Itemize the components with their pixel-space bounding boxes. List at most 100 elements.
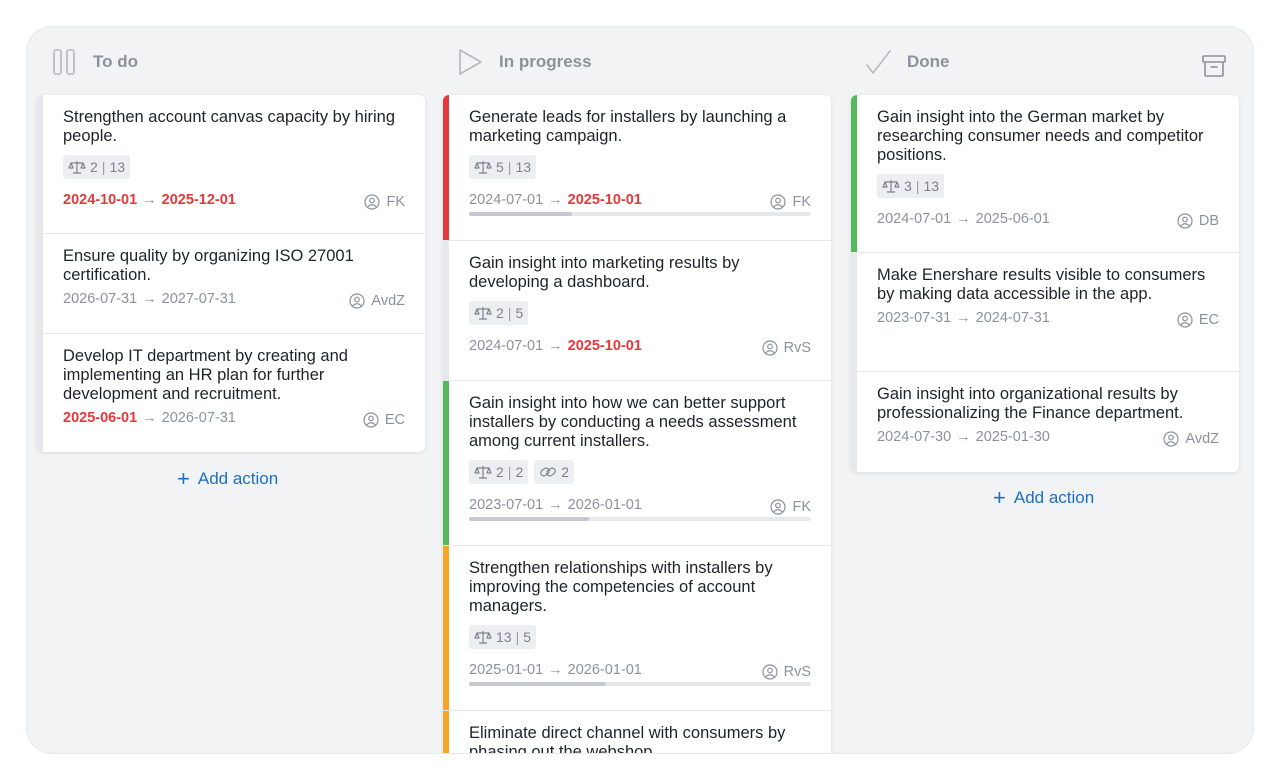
scale-icon	[474, 466, 492, 479]
arrow-right-icon: →	[956, 310, 971, 326]
date-range: 2023-07-01 → 2026-01-01	[469, 497, 642, 513]
card-title: Make Enershare results visible to consum…	[877, 266, 1206, 303]
card-title: Gain insight into how we can better supp…	[469, 394, 797, 450]
action-card[interactable]: Gain insight into organizational results…	[851, 372, 1239, 472]
owner: EC	[363, 412, 405, 428]
plus-icon: +	[177, 466, 190, 491]
scale-icon	[68, 161, 86, 174]
effort-chip: 3 | 13	[877, 174, 945, 198]
arrow-right-icon: →	[956, 211, 971, 227]
play-icon	[457, 48, 483, 76]
action-card[interactable]: Ensure quality by organizing ISO 27001 c…	[37, 234, 425, 334]
card-title: Gain insight into organizational results…	[877, 385, 1184, 422]
date-range: 2024-07-01 → 2025-06-01	[877, 211, 1050, 227]
owner: FK	[770, 499, 811, 515]
progress-bar	[469, 682, 811, 686]
arrow-right-icon: →	[548, 192, 563, 208]
status-bar	[443, 95, 449, 240]
user-icon	[761, 340, 778, 356]
user-icon	[364, 194, 381, 210]
action-card[interactable]: Make Enershare results visible to consum…	[851, 253, 1239, 372]
card-title: Eliminate direct channel with consumers …	[469, 724, 786, 754]
link-chip: 2	[534, 460, 575, 484]
status-bar	[443, 711, 449, 753]
scale-icon	[474, 161, 492, 174]
progress-bar	[469, 517, 811, 521]
card-title: Strengthen relationships with installers…	[469, 559, 773, 615]
owner: RvS	[761, 664, 811, 680]
effort-chip: 2 | 5	[469, 301, 529, 325]
user-icon	[1163, 431, 1180, 447]
status-bar	[851, 95, 857, 252]
owner: EC	[1177, 312, 1219, 328]
date-range: 2025-01-01 → 2026-01-01	[469, 662, 642, 678]
user-icon	[349, 293, 366, 309]
action-card[interactable]: Develop IT department by creating and im…	[37, 334, 425, 452]
link-icon	[540, 467, 557, 477]
date-range: 2024-07-01 → 2025-10-01	[469, 192, 642, 208]
arrow-right-icon: →	[548, 662, 563, 678]
card-title: Gain insight into marketing results by d…	[469, 254, 740, 291]
column-title: To do	[93, 52, 138, 71]
arrow-right-icon: →	[142, 192, 157, 208]
effort-chip: 13 | 5	[469, 625, 537, 649]
scale-icon	[474, 307, 492, 320]
arrow-right-icon: →	[548, 497, 563, 513]
date-range: 2024-10-01 → 2025-12-01	[63, 192, 236, 208]
column-title: Done	[907, 52, 950, 71]
status-bar	[443, 546, 449, 710]
column-header-todo: To do	[51, 47, 138, 77]
archive-icon[interactable]	[1201, 53, 1227, 79]
owner: AvdZ	[1163, 431, 1219, 447]
progress-bar	[469, 212, 811, 216]
column-header-done: Done	[865, 47, 950, 77]
column-in-progress-cards: Generate leads for installers by launchi…	[443, 95, 831, 754]
effort-chip: 2 | 13	[63, 155, 131, 179]
user-icon	[1177, 213, 1193, 229]
user-icon	[770, 499, 787, 515]
user-icon	[770, 194, 787, 210]
effort-chip: 2 | 2	[469, 460, 529, 484]
pause-icon	[51, 48, 77, 76]
arrow-right-icon: →	[548, 338, 563, 354]
card-title: Ensure quality by organizing ISO 27001 c…	[63, 247, 354, 284]
column-done-cards: Gain insight into the German market by r…	[851, 95, 1239, 472]
column-title: In progress	[499, 52, 592, 71]
date-range: 2026-07-31 → 2027-07-31	[63, 291, 236, 307]
action-card[interactable]: Gain insight into the German market by r…	[851, 95, 1239, 253]
arrow-right-icon: →	[142, 410, 157, 426]
action-card[interactable]: Strengthen account canvas capacity by hi…	[37, 95, 425, 234]
scale-icon	[882, 180, 900, 193]
add-action-button-done[interactable]: + Add action	[993, 487, 1094, 509]
action-card[interactable]: Gain insight into how we can better supp…	[443, 381, 831, 546]
card-title: Generate leads for installers by launchi…	[469, 108, 787, 145]
column-header-in-progress: In progress	[457, 47, 592, 77]
effort-chip: 5 | 13	[469, 155, 537, 179]
column-todo-cards: Strengthen account canvas capacity by hi…	[37, 95, 425, 452]
owner: RvS	[761, 340, 811, 356]
card-title: Strengthen account canvas capacity by hi…	[63, 108, 396, 145]
check-icon	[865, 48, 891, 76]
kanban-board: To do In progress Done Strengthen accoun…	[26, 26, 1254, 754]
date-range: 2023-07-31 → 2024-07-31	[877, 310, 1050, 326]
date-range: 2025-06-01 → 2026-07-31	[63, 410, 236, 426]
date-range: 2024-07-30 → 2025-01-30	[877, 429, 1050, 445]
user-icon	[761, 664, 778, 680]
add-action-button-todo[interactable]: + Add action	[177, 466, 278, 491]
scale-icon	[474, 631, 492, 644]
action-card[interactable]: Gain insight into marketing results by d…	[443, 241, 831, 381]
action-card[interactable]: Eliminate direct channel with consumers …	[443, 711, 831, 754]
arrow-right-icon: →	[142, 291, 157, 307]
user-icon	[363, 412, 379, 428]
date-range: 2024-07-01 → 2025-10-01	[469, 338, 642, 354]
owner: FK	[364, 194, 405, 210]
owner: FK	[770, 194, 811, 210]
arrow-right-icon: →	[956, 429, 971, 445]
owner: DB	[1177, 213, 1219, 229]
owner: AvdZ	[349, 293, 405, 309]
status-bar	[443, 381, 449, 545]
action-card[interactable]: Generate leads for installers by launchi…	[443, 95, 831, 241]
user-icon	[1177, 312, 1193, 328]
card-title: Develop IT department by creating and im…	[63, 347, 348, 403]
action-card[interactable]: Strengthen relationships with installers…	[443, 546, 831, 711]
